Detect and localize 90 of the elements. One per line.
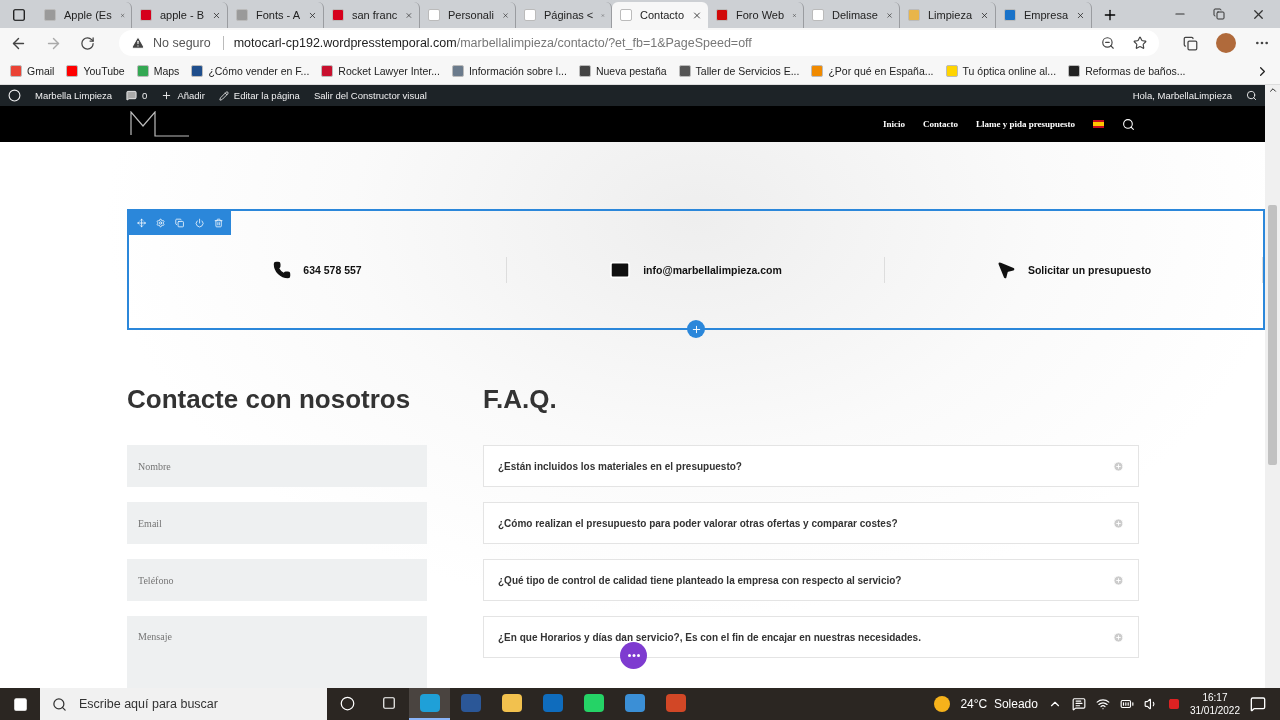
bookmark-link[interactable]: YouTube — [66, 65, 125, 77]
plus-icon — [161, 90, 173, 101]
spanish-flag-icon[interactable] — [1093, 120, 1104, 128]
search-icon[interactable] — [1122, 117, 1135, 131]
favicon-icon — [812, 9, 824, 21]
favicon-icon — [428, 9, 440, 21]
restore-icon[interactable] — [1213, 8, 1225, 20]
bookmark-link[interactable]: ¿Cómo vender en F... — [191, 65, 310, 77]
sun-icon[interactable] — [934, 696, 951, 712]
wifi-icon[interactable] — [1095, 697, 1110, 711]
contact-text: 634 578 557 — [303, 263, 362, 276]
bookmark-link[interactable]: Tu óptica online al... — [945, 65, 1057, 77]
dots-icon — [627, 654, 640, 657]
favicon-icon — [140, 9, 152, 21]
input-field[interactable]: Nombre — [127, 445, 427, 487]
add-link[interactable]: Añadir — [161, 90, 205, 101]
bookmark-link[interactable]: Gmail — [10, 65, 55, 77]
contact-text: Solicitar un presupuesto — [1027, 263, 1152, 276]
reload-icon[interactable] — [80, 35, 95, 51]
favicon-icon — [332, 9, 344, 21]
settings-icon[interactable] — [156, 218, 166, 228]
comments-link[interactable]: 0 — [126, 90, 148, 101]
security-label: No seguro — [153, 36, 211, 50]
nav-link[interactable]: Llame y pida presupuesto — [975, 119, 1075, 129]
comment-icon — [126, 90, 138, 101]
faq-item[interactable]: ¿Están incluidos los materiales en el presupuesto? — [483, 445, 1139, 487]
nav-link[interactable]: Contacto — [922, 119, 958, 129]
bookmark-link[interactable]: Taller de Servicios E... — [678, 65, 800, 77]
faq-item[interactable]: ¿Cómo realizan el presupuesto para poder valorar otras ofertas y comparar costes? — [483, 502, 1139, 544]
edit-page-link[interactable]: Editar la página — [218, 90, 300, 101]
expand-icon — [1113, 460, 1124, 472]
power-icon[interactable] — [194, 218, 204, 228]
url-host: motocarl-cp192.wordpresstemporal.com — [222, 36, 457, 50]
add-section-button[interactable] — [687, 320, 705, 338]
contact-text: info@marbellalimpieza.com — [643, 263, 782, 276]
phone-icon — [273, 260, 292, 279]
pencil-icon — [218, 90, 229, 101]
scroll-up-icon[interactable] — [1267, 85, 1278, 95]
logo-drawing[interactable] — [130, 111, 190, 137]
greeting-link[interactable]: Hola, MarbellaLimpieza — [1132, 90, 1232, 101]
favicon-icon — [236, 9, 248, 21]
new-tab-icon[interactable] — [1102, 7, 1118, 23]
favicon-icon — [524, 9, 536, 21]
weather-text[interactable]: 24°C Soleado — [960, 697, 1038, 711]
trash-icon[interactable] — [213, 218, 223, 228]
bookmark-link[interactable]: Nueva pestaña — [578, 65, 667, 77]
search-icon[interactable] — [1246, 90, 1257, 101]
battery-icon[interactable] — [1119, 697, 1134, 711]
collections-icon[interactable] — [1183, 35, 1198, 51]
bookmark-link[interactable]: Rocket Lawyer Inter... — [321, 65, 440, 77]
bookmark-link[interactable]: Información sobre l... — [451, 65, 567, 77]
nav-link[interactable]: Inicio — [882, 119, 905, 129]
bookmark-link[interactable]: Maps — [136, 65, 180, 77]
scrollbar-thumb[interactable] — [1268, 205, 1277, 465]
warning-icon — [131, 36, 145, 50]
search-icon — [52, 696, 67, 712]
input-field[interactable]: Email — [127, 502, 427, 544]
clock[interactable]: 16:17 31/01/2022 — [1189, 691, 1240, 717]
favicon-icon — [620, 9, 632, 21]
expand-icon — [1113, 574, 1124, 586]
builder-menu-button[interactable] — [620, 642, 647, 669]
faq-heading: F.A.Q. — [483, 383, 558, 416]
input-field[interactable]: Teléfono — [127, 559, 427, 601]
zoom-out-icon[interactable] — [1101, 36, 1115, 50]
favicon-icon — [908, 9, 920, 21]
favicon-icon — [716, 9, 728, 21]
duplicate-icon[interactable] — [175, 218, 185, 228]
move-icon[interactable] — [137, 218, 147, 228]
notifications-icon[interactable] — [1250, 696, 1266, 712]
contact-heading: Contacte con nosotros — [127, 383, 412, 416]
bookmark-link[interactable]: Reformas de baños... — [1068, 65, 1186, 77]
tab-actions-icon[interactable] — [12, 8, 26, 22]
browser-tab[interactable]: Contacto — [612, 2, 708, 28]
taskbar-search-field[interactable]: Escribe aquí para buscar — [40, 688, 327, 720]
favicon-icon — [44, 9, 56, 21]
favicon-icon — [1004, 9, 1016, 21]
faq-item[interactable]: ¿Qué tipo de control de calidad tiene planteado la empresa con respecto al servicio? — [483, 559, 1139, 601]
message-field[interactable]: Mensaje — [127, 616, 427, 688]
address-field[interactable]: No seguro motocarl-cp192.wordpresstemporal.com/marbellalimpieza/contacto/?et_fb=1&PageSpeed=off — [119, 30, 1159, 56]
faq-item[interactable]: ¿En que Horarios y días dan servicio?, Es con el fin de encajar en nuestras necesidades. — [483, 616, 1139, 658]
site-link[interactable]: Marbella Limpieza — [35, 90, 113, 101]
plus-icon — [690, 323, 702, 335]
expand-icon — [1113, 631, 1124, 643]
favorite-icon[interactable] — [1133, 36, 1147, 50]
expand-icon — [1113, 517, 1124, 529]
exit-builder-link[interactable]: Salir del Constructor visual — [313, 90, 427, 101]
url-path: /marbellalimpieza/contacto/?et_fb=1&PageSpeed=off — [456, 36, 752, 50]
taskbar-app-icon[interactable] — [409, 688, 450, 720]
bookmark-link[interactable]: ¿Por qué en España... — [811, 65, 934, 77]
profile-avatar[interactable] — [1216, 33, 1236, 53]
